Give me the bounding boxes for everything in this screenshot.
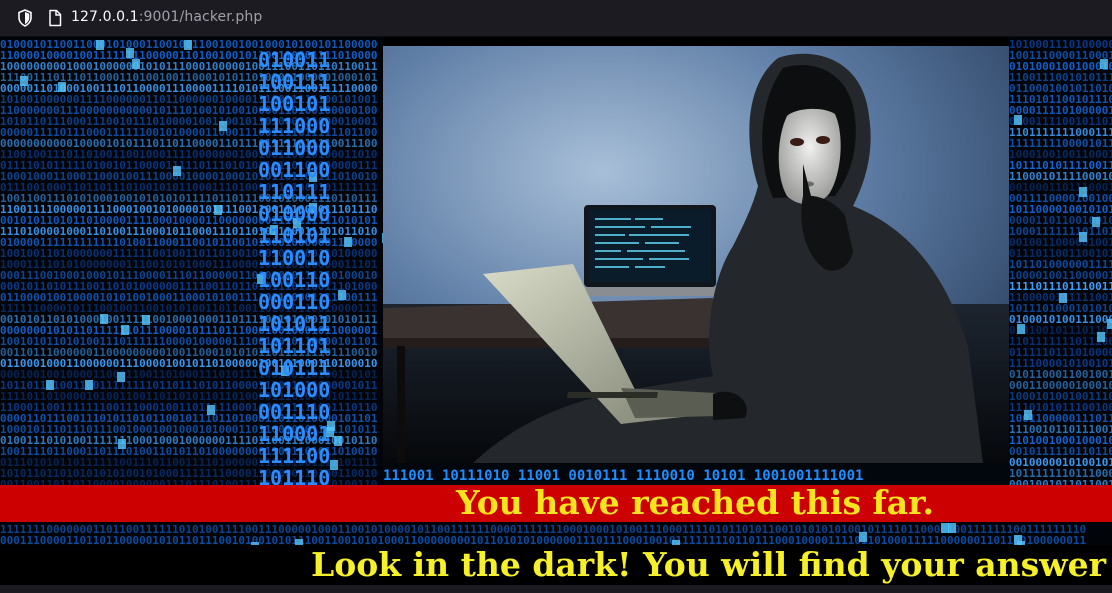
svg-text:001100: 001100 [258,158,330,182]
svg-text:110010: 110010 [258,246,330,270]
svg-text:110111: 110111 [258,180,330,204]
binary-background-mid: 1111111000000011011001111110101001111001… [0,522,1112,545]
black-banner-text: Look in the dark! You will find your ans… [311,545,1107,584]
svg-text:010111: 010111 [258,356,330,380]
svg-text:011000: 011000 [258,136,330,160]
svg-text:111000: 111000 [258,114,330,138]
svg-text:000111000011011011000001010110: 0001110000110110110000010101101110010100… [0,534,1086,545]
page-viewport: 0100010110011000101000110010011001001001… [0,37,1112,593]
svg-text:100101: 100101 [258,92,330,116]
svg-text:100110: 100110 [258,268,330,292]
red-banner-text: You have reached this far. [456,483,934,522]
svg-text:001110: 001110 [258,400,330,424]
page-bottom-strip [0,585,1112,593]
svg-text:101110: 101110 [258,466,330,487]
svg-text:110001: 110001 [258,422,330,446]
url-path: :9001/hacker.php [138,9,263,25]
svg-text:010011: 010011 [258,48,330,72]
svg-text:100111: 100111 [258,70,330,94]
svg-text:110101: 110101 [258,224,330,248]
shield-icon[interactable] [15,8,35,28]
url-text[interactable]: 127.0.0.1:9001/hacker.php [71,9,262,25]
address-bar[interactable]: 127.0.0.1:9001/hacker.php [0,0,1112,36]
binary-background-right: 1010001110100000 1001110000110001 01010001… [1009,37,1112,487]
hacker-photo [383,46,1009,463]
svg-text:000110: 000110 [258,290,330,314]
binary-row-text: 111001 10111010 11001 0010111 1110010 10… [383,468,863,484]
svg-text:101011: 101011 [258,312,330,336]
svg-text:101101: 101101 [258,334,330,358]
binary-background-left: 0100010110011000101000110010011001001001… [0,37,383,487]
svg-text:101000: 101000 [258,378,330,402]
url-host: 127.0.0.1 [71,9,139,25]
svg-text:111100: 111100 [258,444,330,468]
svg-text:010000: 010000 [258,202,330,226]
page-icon [45,8,65,28]
